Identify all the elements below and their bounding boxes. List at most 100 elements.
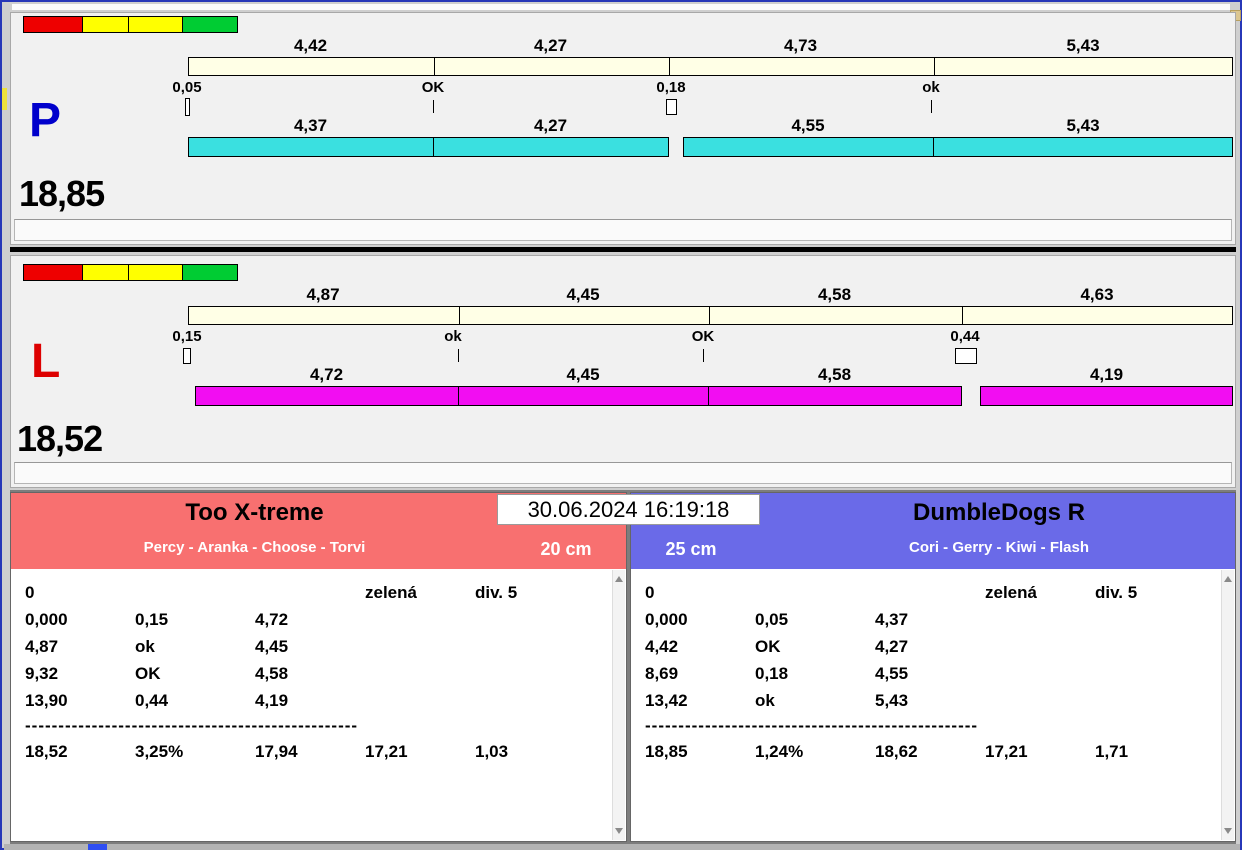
lower-split-value: 4,19 (980, 366, 1233, 384)
lane-total-time: 18,85 (19, 173, 104, 215)
team-results[interactable]: 0 zelená div. 5 0,000 0,05 4,37 4,42 OK … (631, 569, 1235, 841)
exchange-tick (931, 100, 932, 113)
edge-marker (2, 88, 7, 110)
bar-divider (962, 306, 963, 325)
total-time: 18,85 (645, 738, 755, 765)
upper-time-bar (188, 57, 1233, 76)
difference-value: 1,71 (1095, 738, 1221, 765)
team-name: DumbleDogs R (761, 499, 1237, 527)
lower-time-bar-segment (980, 386, 1233, 406)
status-colorbar (23, 16, 238, 33)
scroll-down-icon[interactable] (615, 828, 623, 834)
color-label: zelená (365, 579, 475, 606)
lane-letter: L (31, 338, 60, 386)
lower-split-value: 4,58 (708, 366, 961, 384)
lower-time-bar-segment (683, 137, 934, 157)
total-time: 18,52 (25, 738, 135, 765)
colorbar-yellow-segment (128, 264, 183, 281)
upper-split-value: 4,42 (188, 37, 433, 55)
lower-time-bar-segment (933, 137, 1233, 157)
results-section: 30.06.2024 16:19:18 Too X-treme Percy - … (10, 490, 1236, 844)
top-scroll-strip[interactable] (12, 4, 1230, 10)
scroll-down-icon[interactable] (1224, 828, 1232, 834)
lane-total-time: 18,52 (17, 418, 102, 460)
bar-divider (669, 57, 670, 76)
lower-time-bar-segment (458, 386, 709, 406)
exchange-tick (458, 349, 459, 362)
lower-split-value: 4,45 (458, 366, 708, 384)
lower-split-value: 5,43 (933, 117, 1233, 135)
split-row: 9,32 OK 4,58 (25, 660, 612, 687)
bar-divider (934, 57, 935, 76)
team-height-class: 25 cm (641, 539, 741, 560)
exchange-tick (433, 100, 434, 113)
upper-split-value: 4,58 (708, 286, 961, 304)
bar-divider (459, 306, 460, 325)
lower-split-value: 4,37 (188, 117, 433, 135)
lane-panel-p: 4,42 4,27 4,73 5,43 0,05 OK 0,18 ok 4,37… (10, 12, 1236, 245)
split-row: 13,90 0,44 4,19 (25, 687, 612, 714)
upper-split-value: 4,27 (433, 37, 668, 55)
summary-row: 18,85 1,24% 18,62 17,21 1,71 (645, 738, 1221, 765)
team-height-class: 20 cm (511, 539, 621, 560)
summary-row: 18,52 3,25% 17,94 17,21 1,03 (25, 738, 612, 765)
team-members: Percy - Aranka - Choose - Torvi (11, 539, 498, 556)
division-label: div. 5 (1095, 579, 1221, 606)
net-time: 17,94 (255, 738, 365, 765)
percent-value: 3,25% (135, 738, 255, 765)
colorbar-yellow-segment (82, 16, 129, 33)
exchange-gap-box (666, 99, 677, 115)
faults-value: 0 (25, 579, 135, 606)
percent-value: 1,24% (755, 738, 875, 765)
team-box-right: DumbleDogs R Cori - Gerry - Kiwi - Flash… (630, 492, 1236, 842)
difference-value: 1,03 (475, 738, 612, 765)
split-row: 13,42 ok 5,43 (645, 687, 1221, 714)
colorbar-yellow-segment (82, 264, 129, 281)
exchange-marker-label: 0,18 (621, 79, 721, 97)
split-row: 4,42 OK 4,27 (645, 633, 1221, 660)
colorbar-green-segment (182, 264, 238, 281)
upper-split-value: 5,43 (933, 37, 1233, 55)
team-results[interactable]: 0 zelená div. 5 0,000 0,15 4,72 4,87 ok … (11, 569, 626, 841)
team-members: Cori - Gerry - Kiwi - Flash (761, 539, 1237, 556)
split-row: 0,000 0,15 4,72 (25, 606, 612, 633)
exchange-gap-box (183, 348, 191, 364)
division-label: div. 5 (475, 579, 612, 606)
lane-panel-l: 4,87 4,45 4,58 4,63 0,15 ok OK 0,44 4,72… (10, 255, 1236, 488)
lane-letter: P (29, 97, 61, 145)
vertical-scrollbar[interactable] (612, 570, 625, 840)
colorbar-red-segment (23, 264, 83, 281)
split-row: 8,69 0,18 4,55 (645, 660, 1221, 687)
horizontal-scrollbar[interactable] (4, 844, 1240, 850)
team-name: Too X-treme (11, 499, 498, 527)
split-row: 4,87 ok 4,45 (25, 633, 612, 660)
upper-split-value: 4,87 (188, 286, 458, 304)
exchange-marker-label: OK (653, 328, 753, 346)
panel-divider (10, 247, 1236, 252)
exchange-marker-label: OK (383, 79, 483, 97)
app-window: 4,42 4,27 4,73 5,43 0,05 OK 0,18 ok 4,37… (0, 0, 1242, 850)
lower-time-bar-segment (708, 386, 962, 406)
exchange-marker-label: ok (881, 79, 981, 97)
net-time: 18,62 (875, 738, 985, 765)
lower-split-value: 4,55 (683, 117, 933, 135)
exchange-marker-label: 0,15 (137, 328, 237, 346)
datetime-display: 30.06.2024 16:19:18 (497, 494, 760, 525)
split-row: 0,000 0,05 4,37 (645, 606, 1221, 633)
lower-time-bar-segment (188, 137, 434, 157)
faults-value: 0 (645, 579, 755, 606)
upper-split-value: 4,63 (961, 286, 1233, 304)
exchange-gap-box (185, 98, 190, 116)
bar-divider (709, 306, 710, 325)
colorbar-yellow-segment (128, 16, 183, 33)
reference-time: 17,21 (365, 738, 475, 765)
separator-line: ----------------------------------------… (645, 714, 1221, 738)
vertical-scrollbar[interactable] (1221, 570, 1234, 840)
lower-time-bar-segment (433, 137, 669, 157)
h-scrollbar-thumb[interactable] (88, 844, 107, 850)
reference-time: 17,21 (985, 738, 1095, 765)
lane-status-strip (14, 219, 1232, 241)
scroll-up-icon[interactable] (615, 576, 623, 582)
colorbar-green-segment (182, 16, 238, 33)
scroll-up-icon[interactable] (1224, 576, 1232, 582)
